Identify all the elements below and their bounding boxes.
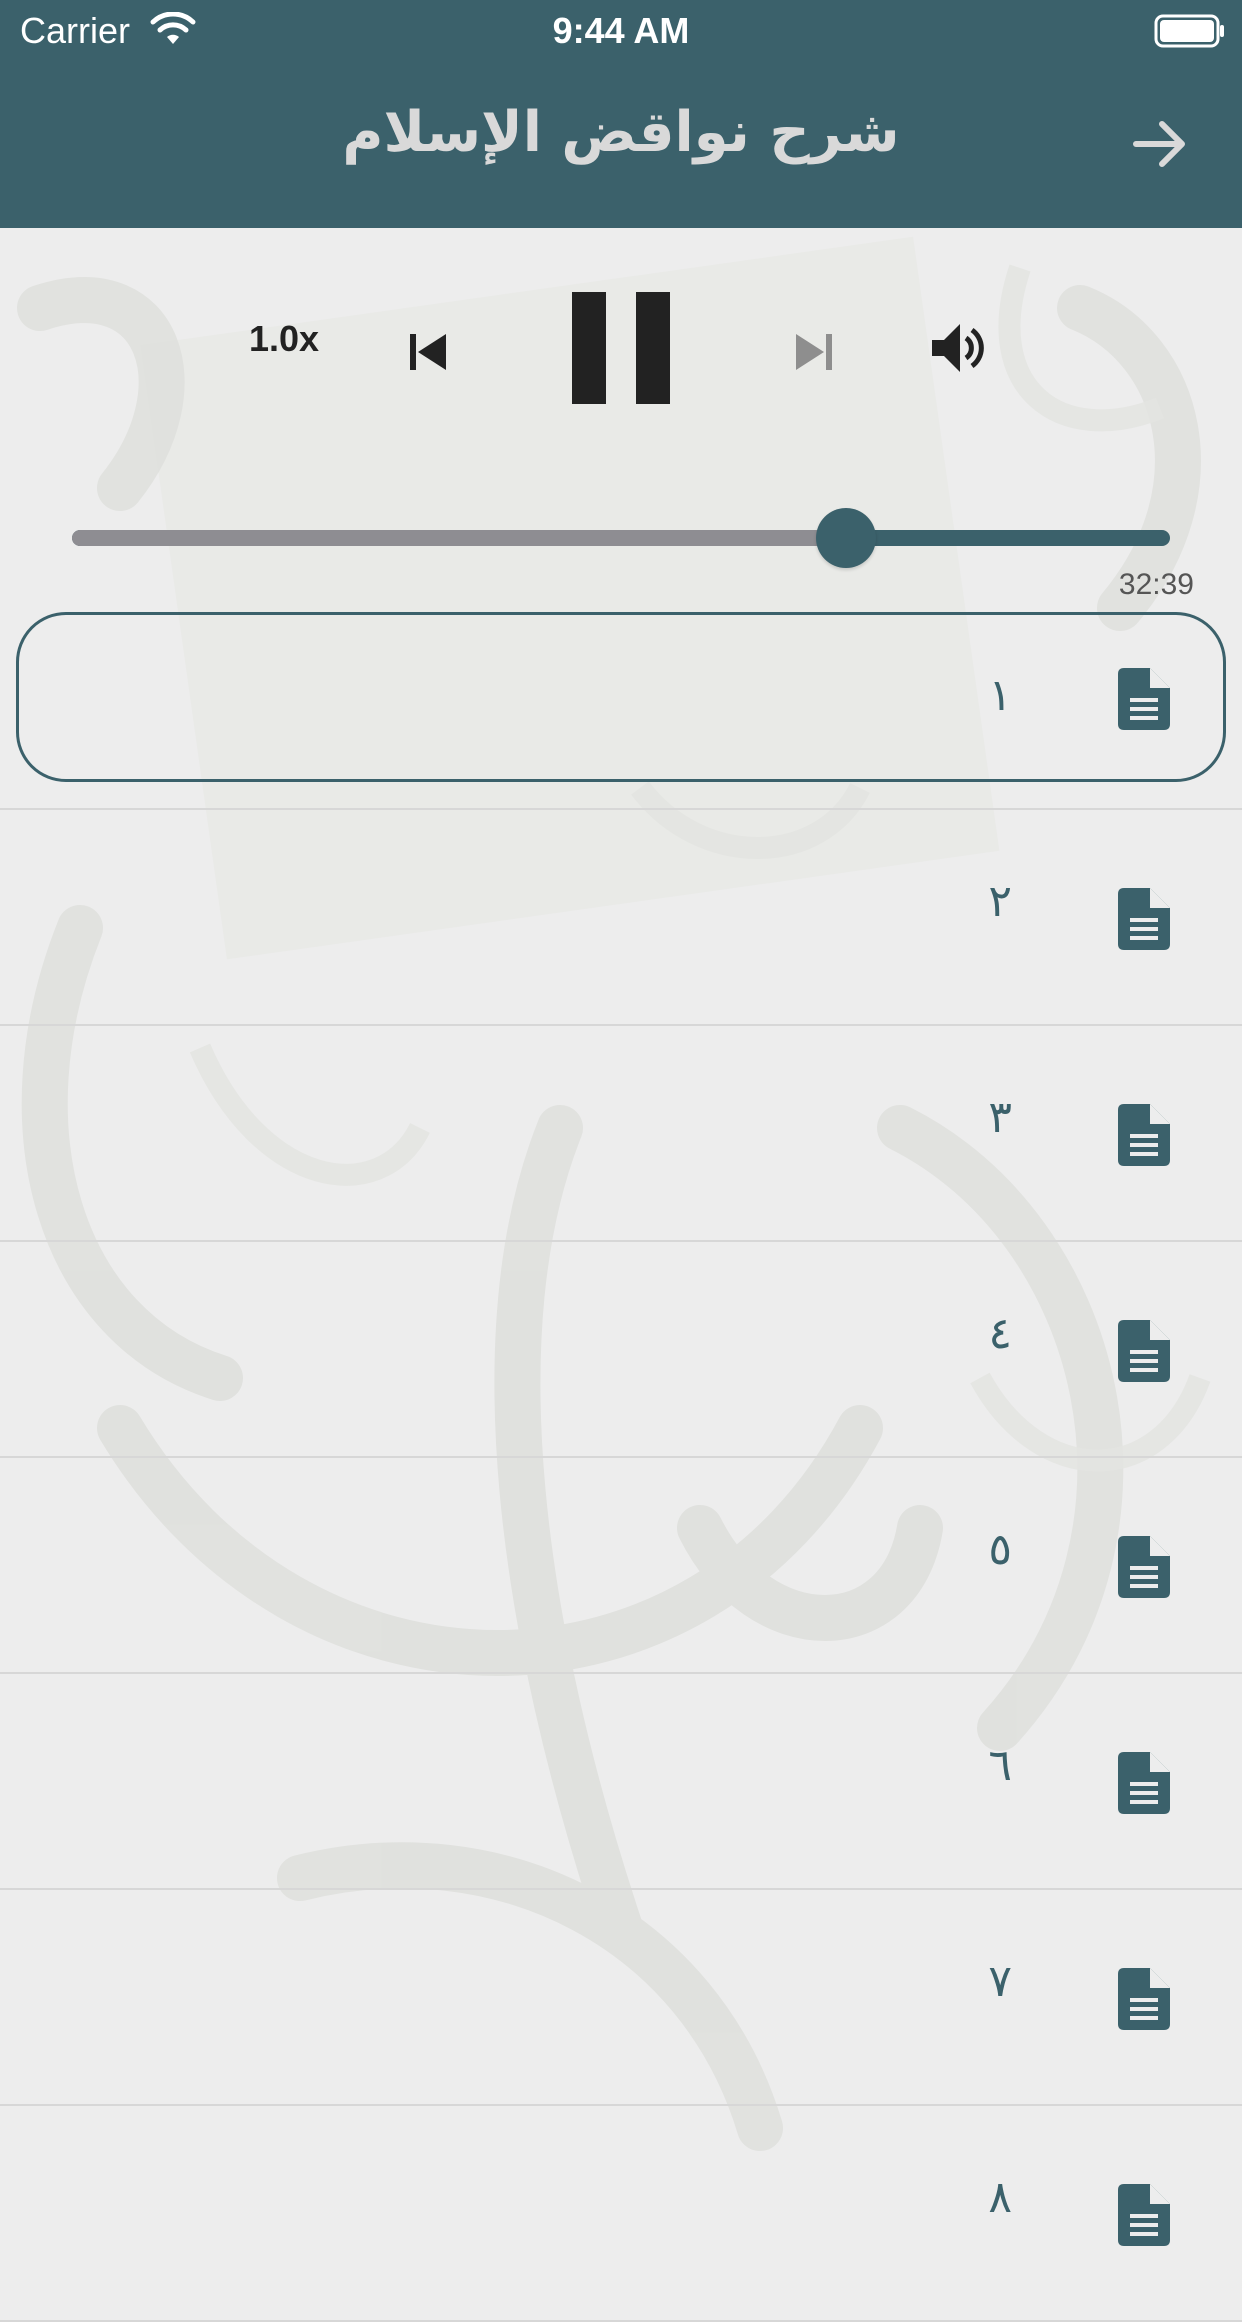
list-item[interactable]: ٧: [0, 1890, 1242, 2106]
track-number: ٧: [988, 1956, 1012, 2007]
time-label: 32:39: [1118, 568, 1194, 601]
skip-next-icon[interactable]: [790, 328, 838, 376]
track-number: ٣: [988, 1092, 1012, 1143]
document-icon[interactable]: [1118, 1968, 1170, 2030]
skip-previous-icon[interactable]: [404, 328, 452, 376]
selected-outline: [16, 612, 1226, 782]
progress-slider[interactable]: [72, 508, 1170, 568]
document-icon[interactable]: [1118, 1536, 1170, 1598]
list-item[interactable]: ٨: [0, 2106, 1242, 2322]
playback-speed-button[interactable]: 1.0x: [236, 318, 332, 360]
track-number: ١: [988, 670, 1012, 721]
list-item[interactable]: ٣: [0, 1026, 1242, 1242]
status-bar: Carrier 9:44 AM: [0, 0, 1242, 60]
track-list: ١ ٢ ٣ ٤ ٥ ٦ ٧ ٨: [0, 608, 1242, 2322]
track-number: ٥: [988, 1524, 1012, 1575]
document-icon[interactable]: [1118, 1320, 1170, 1382]
slider-thumb[interactable]: [816, 508, 877, 568]
list-item[interactable]: ١: [0, 608, 1242, 810]
document-icon[interactable]: [1118, 888, 1170, 950]
audio-player: 1.0x 32:39: [0, 228, 1242, 608]
battery-icon: [1154, 14, 1224, 48]
pause-icon[interactable]: [572, 292, 670, 404]
document-icon[interactable]: [1118, 1752, 1170, 1814]
list-item[interactable]: ٢: [0, 810, 1242, 1026]
arrow-right-icon[interactable]: [1128, 112, 1192, 176]
track-number: ٤: [988, 1308, 1012, 1359]
list-item[interactable]: ٤: [0, 1242, 1242, 1458]
track-number: ٦: [988, 1740, 1012, 1791]
slider-played-fill: [72, 530, 847, 546]
status-time: 9:44 AM: [552, 10, 690, 51]
page-title: شرح نواقض الإسلام: [342, 100, 900, 165]
volume-icon[interactable]: [928, 318, 988, 378]
document-icon[interactable]: [1118, 2184, 1170, 2246]
document-icon[interactable]: [1118, 668, 1170, 730]
track-number: ٢: [988, 876, 1012, 927]
track-number: ٨: [988, 2172, 1012, 2223]
document-icon[interactable]: [1118, 1104, 1170, 1166]
list-item[interactable]: ٥: [0, 1458, 1242, 1674]
navigation-bar: شرح نواقض الإسلام: [0, 60, 1242, 228]
list-item[interactable]: ٦: [0, 1674, 1242, 1890]
